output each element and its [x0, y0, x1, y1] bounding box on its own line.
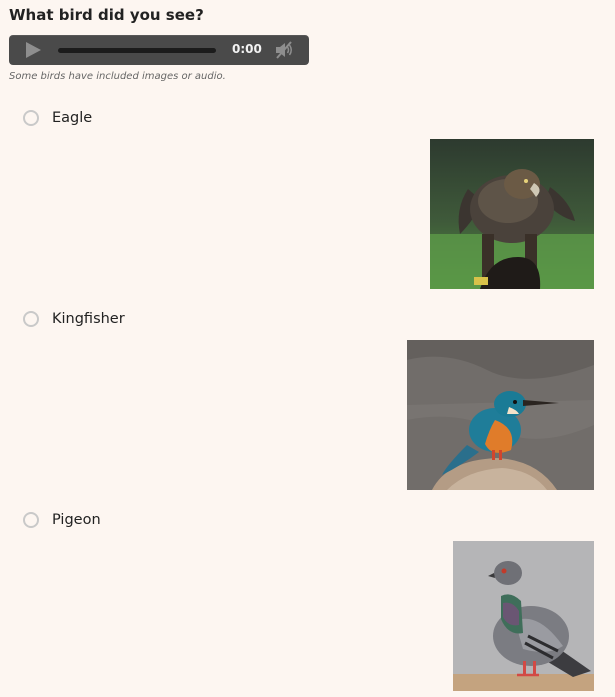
mute-icon [276, 41, 292, 59]
kingfisher-image [407, 340, 594, 490]
play-button[interactable] [23, 41, 43, 59]
play-icon [26, 42, 41, 58]
option-kingfisher[interactable]: Kingfisher [23, 308, 125, 330]
hint-text: Some birds have included images or audio… [9, 71, 226, 82]
audio-progress-bar[interactable] [58, 48, 216, 53]
pigeon-image [453, 541, 594, 691]
option-label-eagle: Eagle [52, 110, 93, 126]
audio-player: 0:00 [9, 35, 309, 65]
audio-time: 0:00 [232, 42, 262, 56]
radio-pigeon[interactable] [23, 512, 39, 528]
option-label-pigeon: Pigeon [52, 512, 101, 528]
option-pigeon[interactable]: Pigeon [23, 509, 101, 531]
mute-button[interactable] [274, 41, 294, 59]
question-title: What bird did you see? [9, 6, 204, 24]
eagle-image [430, 139, 594, 289]
option-label-kingfisher: Kingfisher [52, 311, 125, 327]
option-eagle[interactable]: Eagle [23, 107, 92, 129]
radio-eagle[interactable] [23, 110, 39, 126]
radio-kingfisher[interactable] [23, 311, 39, 327]
